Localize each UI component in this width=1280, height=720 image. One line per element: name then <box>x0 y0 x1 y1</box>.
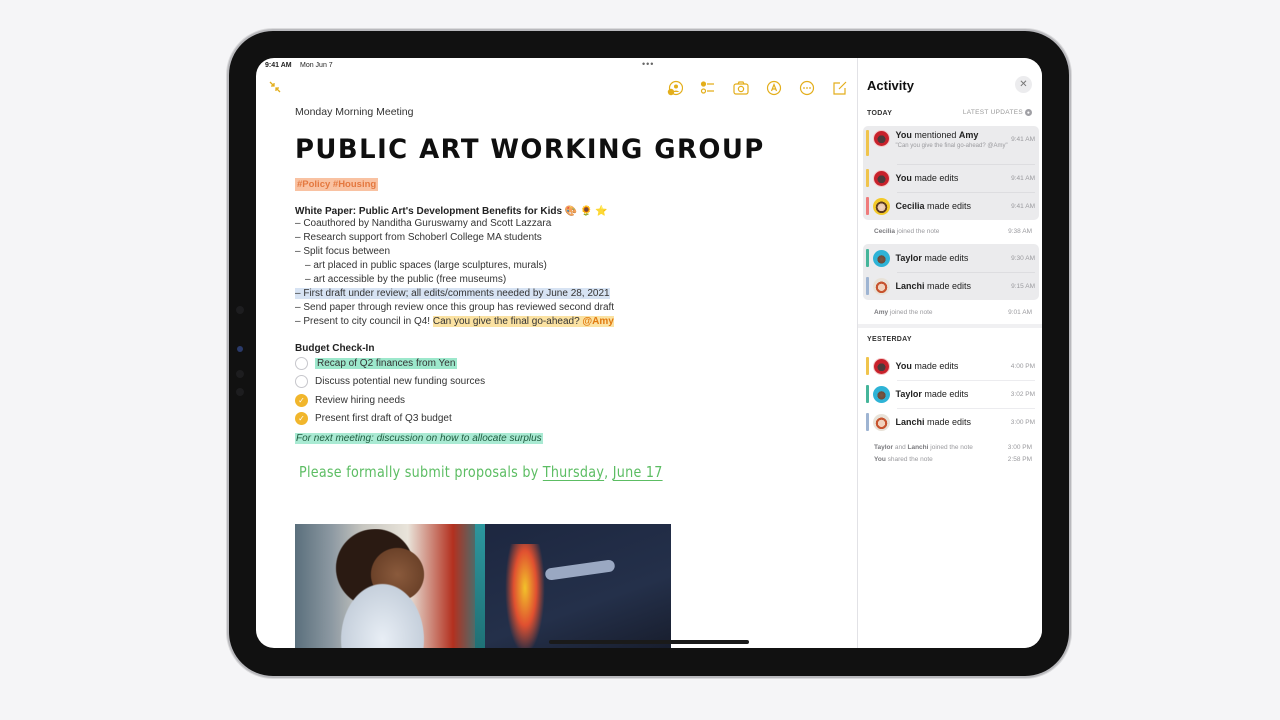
checklist-item: Recap of Q2 finances from Yen <box>295 354 845 373</box>
activity-row[interactable]: You mentioned Amy "Can you give the fina… <box>863 126 1039 164</box>
screen: 9:41 AM Mon Jun 7 ••• 100% <box>256 58 1042 648</box>
checkbox-checked-icon[interactable]: ✓ <box>295 412 308 426</box>
compose-icon[interactable] <box>831 79 849 97</box>
avatar-you <box>872 169 890 187</box>
white-paper-title: White Paper: Public Art's Development Be… <box>295 206 608 217</box>
activity-group-today-1: You mentioned Amy "Can you give the fina… <box>863 126 1039 220</box>
mural-photo[interactable] <box>295 524 671 648</box>
note-line: – art accessible by the public (free mus… <box>305 274 507 285</box>
camera-icon[interactable] <box>732 79 750 97</box>
share-event: You shared the note 2:58 PM <box>874 456 1032 463</box>
avatar-lanchi <box>872 277 890 295</box>
handwritten-reminder: Please formally submit proposals by Thur… <box>299 463 663 481</box>
hashtags[interactable]: #Policy #Housing <box>295 178 379 191</box>
latest-updates-button[interactable]: LATEST UPDATES ● <box>963 109 1032 116</box>
checklist-item: Discuss potential new funding sources <box>295 373 845 392</box>
collaborate-icon[interactable] <box>666 79 684 97</box>
mention-highlight: Can you give the final go-ahead? @Amy <box>432 316 614 327</box>
avatar-taylor <box>872 385 890 403</box>
checklist-icon[interactable] <box>699 79 717 97</box>
checkbox-checked-icon[interactable]: ✓ <box>295 393 308 407</box>
today-label: TODAY <box>867 110 893 117</box>
activity-row[interactable]: Cecilia made edits 9:41 AM <box>863 192 1039 220</box>
activity-row[interactable]: Lanchi made edits 9:15 AM <box>863 272 1039 300</box>
checklist-item: ✓ Review hiring needs <box>295 391 845 410</box>
checklist-item: ✓ Present first draft of Q3 budget <box>295 410 845 429</box>
join-event: Cecilia joined the note 9:38 AM <box>874 228 1032 235</box>
emoji-icons: 🎨 🌻 ⭐ <box>564 206 608 217</box>
join-event: Amy joined the note 9:01 AM <box>874 309 1032 316</box>
activity-row[interactable]: Taylor made edits 3:02 PM <box>863 380 1039 408</box>
note-subtitle: Monday Morning Meeting <box>295 106 414 118</box>
avatar-lanchi <box>872 413 890 431</box>
join-event: Taylor and Lanchi joined the note 3:00 P… <box>874 444 1032 451</box>
note-line: – Coauthored by Nanditha Guruswamy and S… <box>295 218 552 229</box>
activity-row[interactable]: You made edits 4:00 PM <box>863 352 1039 380</box>
activity-group-yesterday: You made edits 4:00 PM Taylor made edits… <box>863 352 1039 436</box>
note-line: – Split focus between <box>295 246 391 257</box>
note-line-highlighted: – First draft under review; all edits/co… <box>295 288 610 299</box>
activity-sidebar: Activity ✕ TODAY LATEST UPDATES ● You me… <box>857 58 1042 648</box>
checkbox-empty-icon[interactable] <box>295 375 308 389</box>
info-icon: ● <box>1025 109 1032 116</box>
more-icon[interactable] <box>798 79 816 97</box>
section-divider <box>858 324 1042 328</box>
note-toolbar <box>666 79 849 97</box>
checkbox-empty-icon[interactable] <box>295 356 308 370</box>
yesterday-label: YESTERDAY <box>867 336 912 343</box>
note-body[interactable]: Monday Morning Meeting PUBLIC ART WORKIN… <box>295 102 845 481</box>
mention-amy[interactable]: @Amy <box>582 316 613 327</box>
activity-row[interactable]: Taylor made edits 9:30 AM <box>863 244 1039 272</box>
collapse-arrows-icon[interactable] <box>268 80 282 94</box>
markup-icon[interactable] <box>765 79 783 97</box>
activity-row[interactable]: Lanchi made edits 3:00 PM <box>863 408 1039 436</box>
avatar-you <box>872 357 890 375</box>
next-meeting-note: For next meeting: discussion on how to a… <box>295 433 543 444</box>
budget-title: Budget Check-In <box>295 343 375 354</box>
note-line: – art placed in public spaces (large scu… <box>305 260 547 271</box>
avatar-you <box>872 130 890 147</box>
note-line: – Send paper through review once this gr… <box>295 302 615 313</box>
activity-row[interactable]: You made edits 9:41 AM <box>863 164 1039 192</box>
activity-group-today-2: Taylor made edits 9:30 AM Lanchi made ed… <box>863 244 1039 300</box>
note-line: – Research support from Schoberl College… <box>295 232 542 243</box>
magnetic-connector <box>236 306 244 396</box>
avatar-cecilia <box>872 197 890 215</box>
avatar-taylor <box>872 249 890 267</box>
note-pane: Monday Morning Meeting PUBLIC ART WORKIN… <box>256 58 856 648</box>
home-indicator[interactable] <box>549 640 749 644</box>
note-line-mention: – Present to city council in Q4! Can you… <box>295 316 614 327</box>
close-button[interactable]: ✕ <box>1015 76 1032 93</box>
activity-title: Activity <box>867 78 914 93</box>
note-handwritten-title: PUBLIC ART WORKING GROUP <box>295 134 765 165</box>
